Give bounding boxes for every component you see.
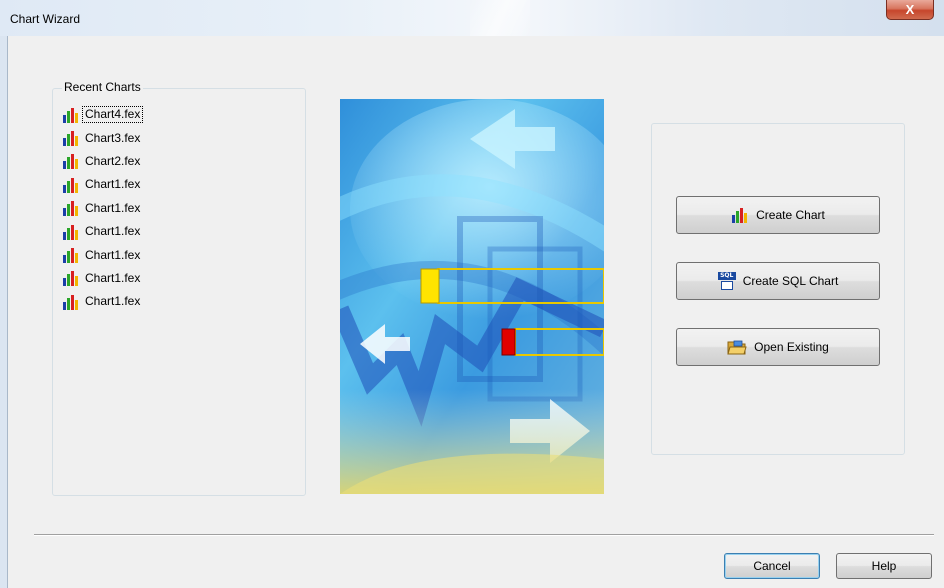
bar-chart-icon (62, 294, 80, 310)
title-bar: Chart Wizard X (0, 0, 944, 36)
create-chart-label: Create Chart (756, 208, 825, 222)
open-existing-button[interactable]: Open Existing (676, 328, 880, 366)
recent-chart-item[interactable]: Chart3.fex (62, 126, 284, 149)
recent-chart-label: Chart1.fex (85, 247, 141, 262)
bar-chart-icon (62, 224, 80, 240)
recent-chart-item[interactable]: Chart1.fex (62, 220, 284, 243)
recent-chart-label: Chart1.fex (85, 270, 141, 285)
cancel-label: Cancel (753, 559, 791, 573)
recent-chart-item[interactable]: Chart1.fex (62, 173, 284, 196)
open-existing-label: Open Existing (754, 340, 829, 354)
bar-chart-icon (62, 130, 80, 147)
bar-chart-icon (731, 207, 749, 223)
bar-chart-icon (62, 200, 80, 217)
help-button[interactable]: Help (836, 553, 932, 579)
sql-chart-icon: SQL (717, 272, 736, 290)
close-button[interactable]: X (886, 0, 934, 20)
close-icon: X (905, 2, 915, 17)
cancel-button[interactable]: Cancel (724, 553, 820, 579)
recent-chart-item[interactable]: Chart4.fex (62, 103, 284, 126)
recent-chart-label: Chart3.fex (85, 130, 141, 145)
bar-chart-icon (62, 177, 80, 193)
bar-chart-icon (62, 270, 80, 287)
window-frame-left (0, 36, 8, 588)
recent-chart-item[interactable]: Chart1.fex (62, 243, 284, 266)
recent-chart-item[interactable]: Chart1.fex (62, 290, 284, 313)
recent-chart-item[interactable]: Chart2.fex (62, 150, 284, 173)
create-sql-chart-button[interactable]: SQL Create SQL Chart (676, 262, 880, 300)
help-label: Help (871, 559, 897, 573)
bar-chart-icon (62, 107, 80, 123)
recent-charts-label: Recent Charts (62, 80, 143, 94)
recent-chart-label: Chart1.fex (85, 177, 141, 192)
chart-wizard-window: Chart Wizard X Recent Charts Chart4.fex C… (0, 0, 944, 588)
recent-chart-label: Chart2.fex (85, 153, 141, 168)
recent-chart-label: Chart1.fex (85, 200, 141, 215)
bar-chart-icon (62, 153, 80, 170)
window-title: Chart Wizard (10, 12, 81, 26)
wizard-picture (340, 99, 604, 494)
bar-chart-icon (62, 247, 80, 264)
create-chart-button[interactable]: Create Chart (676, 196, 880, 234)
create-sql-chart-label: Create SQL Chart (742, 274, 839, 288)
wizard-illustration (340, 99, 604, 494)
recent-chart-item[interactable]: Chart1.fex (62, 267, 284, 290)
folder-open-icon (727, 339, 747, 355)
recent-chart-label: Chart1.fex (85, 294, 141, 309)
recent-chart-label: Chart4.fex (81, 106, 144, 124)
footer-separator (34, 534, 934, 536)
recent-charts-list[interactable]: Chart4.fex Chart3.fex Chart2.fex Chart1.fex… (62, 103, 284, 314)
recent-chart-label: Chart1.fex (85, 224, 141, 239)
recent-chart-item[interactable]: Chart1.fex (62, 197, 284, 220)
